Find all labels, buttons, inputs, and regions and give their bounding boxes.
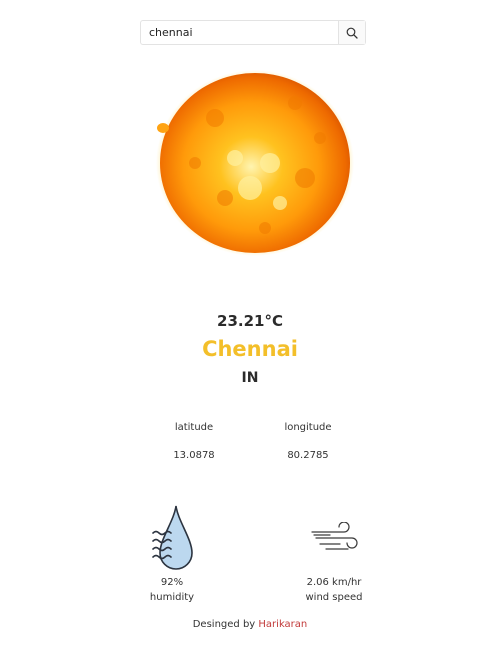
longitude-value: 80.2785 bbox=[287, 450, 329, 461]
footer-prefix: Desinged by bbox=[192, 619, 256, 630]
wind-stat: 2.06 km/hr wind speed bbox=[274, 575, 394, 605]
latitude-value: 13.0878 bbox=[173, 450, 215, 461]
search-bar bbox=[140, 20, 366, 45]
footer: Desinged by Harikaran bbox=[0, 619, 500, 630]
temperature: 23.21°C bbox=[217, 312, 283, 330]
humidity-drop-icon bbox=[152, 505, 193, 570]
humidity-stat: 92% humidity bbox=[112, 575, 232, 605]
author-link[interactable]: Harikaran bbox=[258, 619, 307, 630]
search-input[interactable] bbox=[141, 21, 338, 44]
longitude-label: longitude bbox=[284, 422, 332, 433]
search-icon bbox=[346, 27, 358, 39]
wind-label: wind speed bbox=[305, 592, 363, 603]
humidity-value: 92% bbox=[160, 577, 184, 588]
sun-icon bbox=[156, 70, 354, 256]
humidity-label: humidity bbox=[149, 592, 195, 603]
weather-image bbox=[155, 68, 355, 258]
search-button[interactable] bbox=[338, 21, 365, 44]
latitude-label: latitude bbox=[174, 422, 214, 433]
wind-value: 2.06 km/hr bbox=[306, 577, 362, 588]
wind-icon bbox=[311, 522, 358, 550]
city-name: Chennai bbox=[202, 337, 298, 361]
country-code: IN bbox=[241, 370, 259, 386]
